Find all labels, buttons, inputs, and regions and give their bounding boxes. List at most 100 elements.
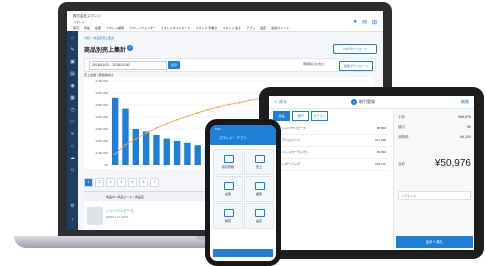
back-button[interactable]: ＜ 戻る [274,99,287,105]
mail-icon[interactable]: ✉ [362,19,367,26]
nav-item[interactable]: スマレジ 電子 [222,26,241,30]
item-name: シャツワンピース [282,126,306,130]
cumulative-point[interactable] [155,127,158,129]
chart-bar[interactable] [142,131,150,165]
nav-item[interactable]: アプリ [246,26,255,30]
memo-field[interactable]: メモを入力 [398,191,471,200]
nav-item[interactable]: 会員ポイント [271,26,289,30]
tablet-screen: ＜ 戻る 1 取引登録 編集 商品 部門 カテゴリ シャツワンピース ¥8,80… [269,96,474,250]
product-thumbnail [87,207,103,225]
menu-tile[interactable]: 精算 [213,203,243,229]
menu-tile[interactable]: 売上 [244,149,274,175]
nav-item[interactable]: スマレジ顧客 [106,26,124,30]
page-button[interactable]: 4 [117,178,126,187]
checkout-button[interactable]: 会計へ進む [396,236,473,248]
breadcrumb[interactable]: 分析 > 商品別売上集計 [84,36,114,40]
chart-bar[interactable] [194,145,201,165]
cumulative-point[interactable] [186,115,189,118]
summary-value: ¥46,876 [458,115,471,119]
cumulative-point[interactable] [207,108,209,111]
tab-departments[interactable]: 部門 [292,111,309,121]
card-icon[interactable]: ▭ [69,119,76,126]
cart-icon[interactable]: ⊞ [372,19,377,26]
cumulative-point[interactable] [134,138,137,140]
page-button[interactable]: 7 [150,178,159,187]
summary-label: 小計 [398,115,405,119]
cloud-icon[interactable]: ☁ [69,155,76,162]
cumulative-point[interactable] [217,106,220,108]
nav-item[interactable]: 在庫 [95,26,101,30]
y-tick-label: ¥0 [105,163,109,167]
menu-tile[interactable]: 設定 [244,203,274,229]
page-button[interactable]: 5 [128,178,137,187]
item-name: レザーバッグ [282,162,300,166]
nav-item[interactable]: スマレジタイムカード [161,26,191,30]
store-icon[interactable]: ⌂ [69,143,76,150]
y-tick-label: ¥500,000 [95,103,108,107]
tag-icon[interactable]: ✎ [69,47,76,54]
box-icon[interactable]: ▣ [69,59,76,66]
chart-icon[interactable]: ▤ [69,71,76,78]
chart-bar[interactable] [163,138,170,165]
menu-tile[interactable]: 在庫 [213,176,243,202]
cumulative-point[interactable] [165,122,168,125]
chart-bar[interactable] [153,135,160,165]
chevron-right-icon[interactable]: › [69,217,76,224]
user-group-icon[interactable]: ◉ [69,83,76,90]
nav-item[interactable]: 設定 [260,26,266,30]
chart-bar[interactable] [184,142,191,165]
cumulative-point[interactable] [114,153,117,155]
csv-download-button[interactable]: CSVダウンロード [333,44,377,54]
list-item[interactable]: デニムパンツ ¥12,000 [273,135,388,147]
cumulative-point[interactable] [196,112,199,114]
menu-tile[interactable]: 取引登録 [213,149,243,175]
cumulative-point[interactable] [238,101,240,104]
list-item[interactable]: シャツワンピース ¥8,800 [273,123,388,135]
y-tick-label: ¥600,000 [95,91,108,95]
chart-bar[interactable] [122,108,129,165]
tile-label: 売上 [255,165,262,169]
list-item[interactable]: ニットカーディガン ¥9,900 [273,147,388,159]
column-header[interactable]: 商品ID / 商品コード / 商品名 [106,195,144,199]
y-tick-label: ¥100,000 [95,151,108,155]
page-button[interactable]: 1 [84,178,93,187]
export-button[interactable]: 帳票ダウンロード [339,61,373,71]
nav-item[interactable]: スマレジウェイター [129,26,156,30]
app-icon[interactable]: ◇ [69,167,76,174]
item-price: ¥20,276 [375,162,386,166]
list-item[interactable]: レザーバッグ ¥20,276 [273,159,388,171]
home-icon[interactable]: ⌂ [69,35,76,42]
page-button[interactable]: 2 [95,178,104,187]
user-icon[interactable]: ● [353,19,357,26]
help-icon[interactable]: ? [127,45,133,51]
nav-item[interactable]: スマレジ 手書き [196,26,218,30]
menu-tile[interactable]: 顧客 [244,176,274,202]
filter-option[interactable]: 明細取引を含む [303,62,324,66]
page-button[interactable]: 6 [139,178,148,187]
cumulative-point[interactable] [145,132,148,134]
y-tick-label: ¥700,000 [95,79,108,83]
edit-button[interactable]: 編集 [461,99,469,105]
clock-icon[interactable]: ◷ [69,107,76,114]
summary-value: ¥0 [467,125,471,129]
cumulative-point[interactable] [176,118,178,121]
show-button[interactable]: 表示 [168,61,180,69]
nav-item[interactable]: 商品 [84,26,90,30]
list-icon[interactable]: ≡ [69,131,76,138]
item-price: ¥9,900 [376,150,386,154]
document-icon[interactable]: ▦ [69,95,76,102]
header-icons: ● ✉ ⊞ [353,19,377,26]
gear-icon[interactable]: ⚙ [69,203,76,210]
date-range-input[interactable]: 2018/11/01 - 2018/11/30 [89,61,167,70]
cumulative-point[interactable] [227,103,230,106]
chart-bar[interactable] [173,141,181,165]
bottom-menu-button[interactable] [213,249,273,257]
page-button[interactable]: 3 [106,178,115,187]
cumulative-point[interactable] [248,99,251,102]
nav-item[interactable]: 取引 [73,26,79,30]
cumulative-point[interactable] [124,143,127,146]
chart-bar[interactable] [132,129,139,165]
product-link[interactable]: シャツワンピース [106,209,134,214]
tab-products[interactable]: 商品 [273,111,290,121]
tab-categories[interactable]: カテゴリ [311,111,328,121]
